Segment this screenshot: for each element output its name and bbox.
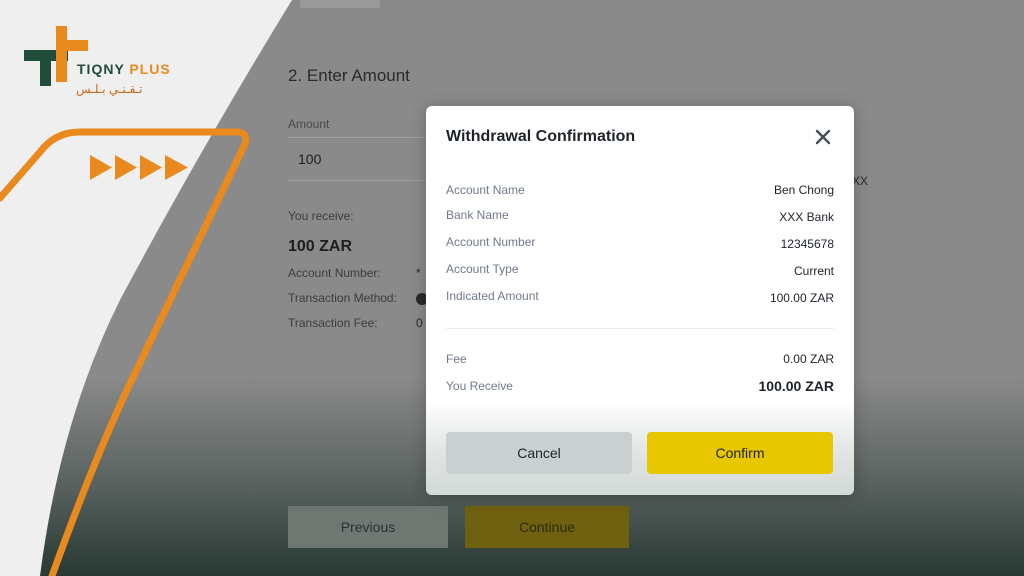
detail-row-bank-name: Bank Name XXX Bank: [446, 208, 834, 226]
detail-label: Account Name: [446, 183, 525, 197]
brand-logo: TIQNY PLUS تـقـنـي بـلـس: [22, 22, 197, 112]
brand-name-ar: تـقـنـي بـلـس: [76, 82, 143, 96]
fee-value: 0.00 ZAR: [783, 352, 834, 366]
detail-label: Account Type: [446, 262, 519, 276]
detail-value: 12345678: [780, 237, 834, 251]
detail-value: Ben Chong: [773, 183, 834, 197]
detail-row-account-type: Account Type Current: [446, 262, 834, 280]
confirm-button[interactable]: Confirm: [647, 432, 833, 474]
detail-label: Account Number: [446, 235, 536, 249]
detail-label: Indicated Amount: [446, 289, 539, 303]
brand-name-en: TIQNY PLUS: [77, 61, 171, 77]
you-receive-value: 100.00 ZAR: [758, 378, 834, 394]
brand-name-main: TIQNY: [77, 61, 125, 77]
fee-row: Fee 0.00 ZAR: [446, 352, 834, 370]
modal-title: Withdrawal Confirmation: [446, 128, 636, 145]
you-receive-row: You Receive 100.00 ZAR: [446, 378, 834, 397]
withdrawal-confirmation-modal: Withdrawal Confirmation Account Name Ben…: [426, 106, 854, 495]
detail-row-account-name: Account Name Ben Chong: [446, 183, 834, 201]
you-receive-label: You Receive: [446, 379, 513, 393]
detail-label: Bank Name: [446, 208, 509, 222]
close-icon[interactable]: [812, 126, 834, 148]
brand-name-accent: PLUS: [129, 61, 171, 77]
cancel-button[interactable]: Cancel: [446, 432, 632, 474]
fee-label: Fee: [446, 352, 467, 366]
detail-value: 100.00 ZAR: [769, 291, 834, 305]
detail-row-indicated-amount: Indicated Amount 100.00 ZAR: [446, 289, 834, 307]
detail-value: XXX Bank: [779, 210, 834, 224]
detail-value: Current: [793, 264, 834, 278]
modal-divider: [446, 328, 834, 329]
detail-row-account-number: Account Number 12345678: [446, 235, 834, 253]
